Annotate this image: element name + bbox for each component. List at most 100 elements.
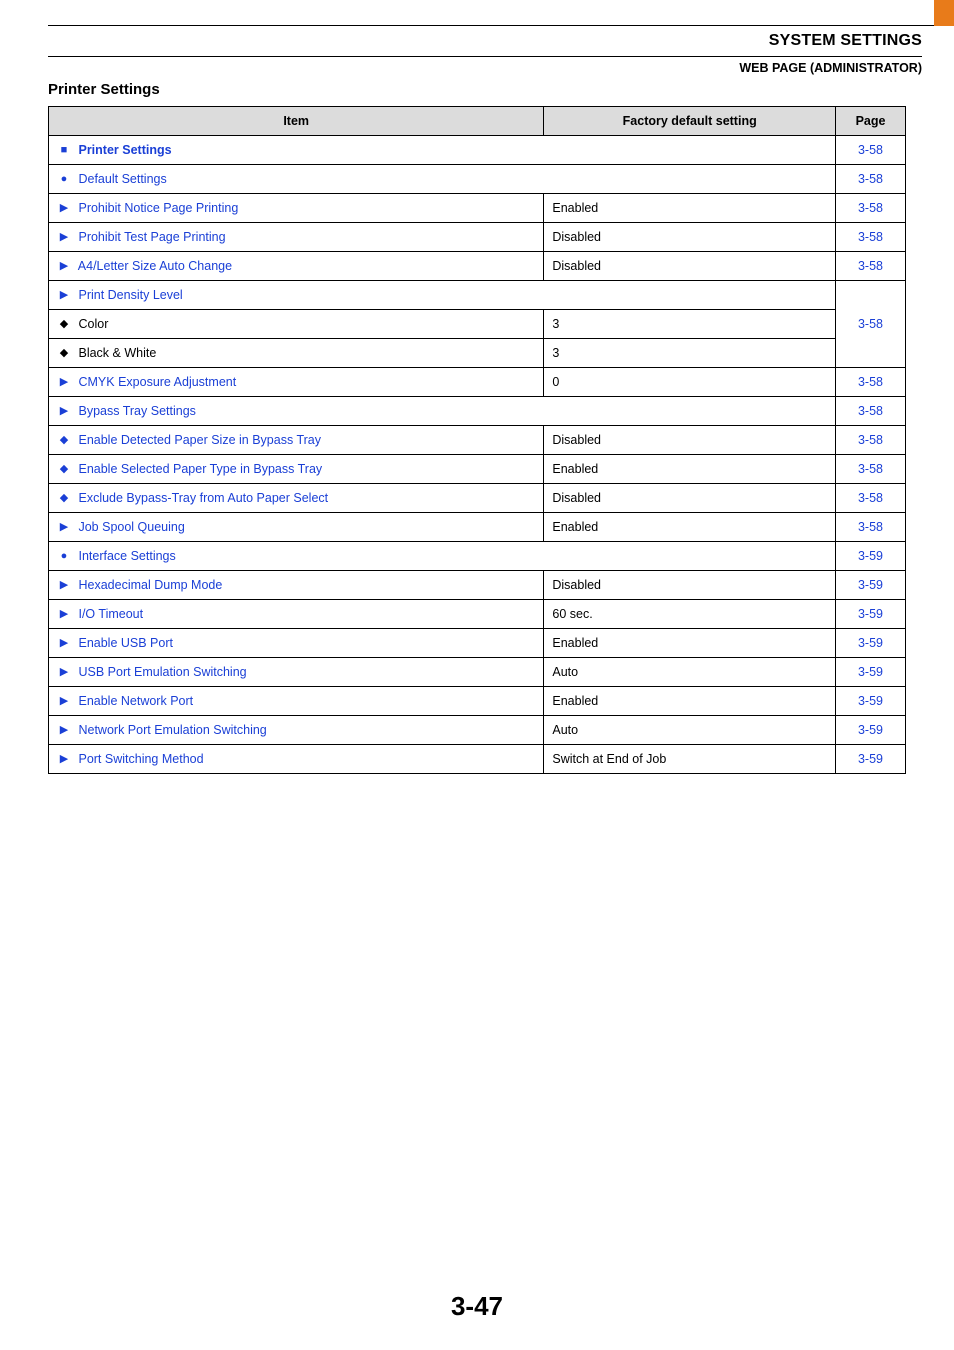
link[interactable]: Printer Settings [78, 143, 171, 157]
triangle-icon: ▶ [57, 520, 71, 533]
table-row: ▶ Bypass Tray Settings 3-58 [49, 397, 906, 426]
link[interactable]: Default Settings [78, 172, 166, 186]
col-page: Page [836, 107, 906, 136]
default-value: 3 [544, 339, 836, 368]
diamond-icon: ◆ [57, 433, 71, 446]
diamond-icon: ◆ [57, 346, 71, 359]
default-value: Disabled [544, 426, 836, 455]
section-title: SYSTEM SETTINGS [0, 32, 922, 50]
default-value: Disabled [544, 223, 836, 252]
default-value: Enabled [544, 455, 836, 484]
default-value: Switch at End of Job [544, 745, 836, 774]
table-row: ▶ CMYK Exposure Adjustment 0 3-58 [49, 368, 906, 397]
table-row: ◆ Enable Detected Paper Size in Bypass T… [49, 426, 906, 455]
triangle-icon: ▶ [57, 694, 71, 707]
table-row: ▶ Prohibit Notice Page Printing Enabled … [49, 194, 906, 223]
link[interactable]: Enable USB Port [78, 636, 173, 650]
table-row: ▶ Prohibit Test Page Printing Disabled 3… [49, 223, 906, 252]
triangle-icon: ▶ [57, 288, 71, 301]
link[interactable]: Prohibit Notice Page Printing [78, 201, 238, 215]
table-row: ▶ Print Density Level 3-58 [49, 281, 906, 310]
link[interactable]: I/O Timeout [78, 607, 143, 621]
link[interactable]: Hexadecimal Dump Mode [78, 578, 222, 592]
triangle-icon: ▶ [57, 665, 71, 678]
table-row: ▶ I/O Timeout 60 sec. 3-59 [49, 600, 906, 629]
page-ref[interactable]: 3-58 [836, 484, 906, 513]
link[interactable]: USB Port Emulation Switching [78, 665, 246, 679]
page-ref[interactable]: 3-59 [836, 629, 906, 658]
page-ref[interactable]: 3-59 [836, 687, 906, 716]
default-value: 0 [544, 368, 836, 397]
diamond-icon: ◆ [57, 317, 71, 330]
page-ref[interactable]: 3-58 [836, 455, 906, 484]
page-heading: Printer Settings [48, 81, 954, 98]
table-row: ▶ Enable Network Port Enabled 3-59 [49, 687, 906, 716]
item-label: Black & White [78, 346, 156, 360]
link[interactable]: Job Spool Queuing [78, 520, 184, 534]
page-ref[interactable]: 3-58 [836, 252, 906, 281]
table-row: ▶ Job Spool Queuing Enabled 3-58 [49, 513, 906, 542]
table-row: ● Default Settings 3-58 [49, 165, 906, 194]
page-ref[interactable]: 3-58 [836, 281, 906, 368]
page-ref[interactable]: 3-59 [836, 542, 906, 571]
table-row: ● Interface Settings 3-59 [49, 542, 906, 571]
table-row: ▶ Port Switching Method Switch at End of… [49, 745, 906, 774]
default-value: 60 sec. [544, 600, 836, 629]
triangle-icon: ▶ [57, 636, 71, 649]
triangle-icon: ▶ [57, 578, 71, 591]
page-ref[interactable]: 3-58 [836, 165, 906, 194]
page-ref[interactable]: 3-58 [836, 368, 906, 397]
page-ref[interactable]: 3-58 [836, 513, 906, 542]
diamond-icon: ◆ [57, 491, 71, 504]
link[interactable]: CMYK Exposure Adjustment [78, 375, 236, 389]
link[interactable]: Exclude Bypass-Tray from Auto Paper Sele… [78, 491, 328, 505]
link[interactable]: Bypass Tray Settings [78, 404, 195, 418]
triangle-icon: ▶ [57, 723, 71, 736]
default-value: Enabled [544, 513, 836, 542]
page-ref[interactable]: 3-58 [836, 397, 906, 426]
diamond-icon: ◆ [57, 462, 71, 475]
default-value: Enabled [544, 687, 836, 716]
link[interactable]: Enable Network Port [78, 694, 193, 708]
page-ref[interactable]: 3-59 [836, 600, 906, 629]
triangle-icon: ▶ [57, 201, 71, 214]
triangle-icon: ▶ [57, 752, 71, 765]
table-row: ■ Printer Settings 3-58 [49, 136, 906, 165]
default-value: Auto [544, 716, 836, 745]
default-value: Enabled [544, 194, 836, 223]
table-row: ◆ Color 3 [49, 310, 906, 339]
circle-icon: ● [57, 550, 71, 562]
link[interactable]: Enable Detected Paper Size in Bypass Tra… [78, 433, 321, 447]
link[interactable]: Prohibit Test Page Printing [78, 230, 225, 244]
page-ref[interactable]: 3-59 [836, 716, 906, 745]
link[interactable]: A4/Letter Size Auto Change [78, 259, 232, 273]
link[interactable]: Network Port Emulation Switching [78, 723, 266, 737]
page-ref[interactable]: 3-59 [836, 745, 906, 774]
table-row: ▶ USB Port Emulation Switching Auto 3-59 [49, 658, 906, 687]
table-row: ▶ Network Port Emulation Switching Auto … [49, 716, 906, 745]
link[interactable]: Print Density Level [78, 288, 182, 302]
default-value: Disabled [544, 252, 836, 281]
col-item: Item [49, 107, 544, 136]
page-number: 3-47 [0, 1291, 954, 1322]
default-value: Disabled [544, 571, 836, 600]
link[interactable]: Enable Selected Paper Type in Bypass Tra… [78, 462, 322, 476]
circle-icon: ● [57, 173, 71, 185]
link[interactable]: Port Switching Method [78, 752, 203, 766]
page-ref[interactable]: 3-58 [836, 223, 906, 252]
page-ref[interactable]: 3-59 [836, 658, 906, 687]
square-icon: ■ [57, 144, 71, 156]
settings-table: Item Factory default setting Page ■ Prin… [48, 106, 906, 774]
page-ref[interactable]: 3-58 [836, 194, 906, 223]
page-ref[interactable]: 3-59 [836, 571, 906, 600]
table-row: ▶ A4/Letter Size Auto Change Disabled 3-… [49, 252, 906, 281]
default-value: 3 [544, 310, 836, 339]
page-ref[interactable]: 3-58 [836, 426, 906, 455]
page-ref[interactable]: 3-58 [836, 136, 906, 165]
table-row: ▶ Hexadecimal Dump Mode Disabled 3-59 [49, 571, 906, 600]
triangle-icon: ▶ [57, 404, 71, 417]
table-row: ◆ Black & White 3 [49, 339, 906, 368]
triangle-icon: ▶ [57, 230, 71, 243]
link[interactable]: Interface Settings [78, 549, 175, 563]
default-value: Auto [544, 658, 836, 687]
